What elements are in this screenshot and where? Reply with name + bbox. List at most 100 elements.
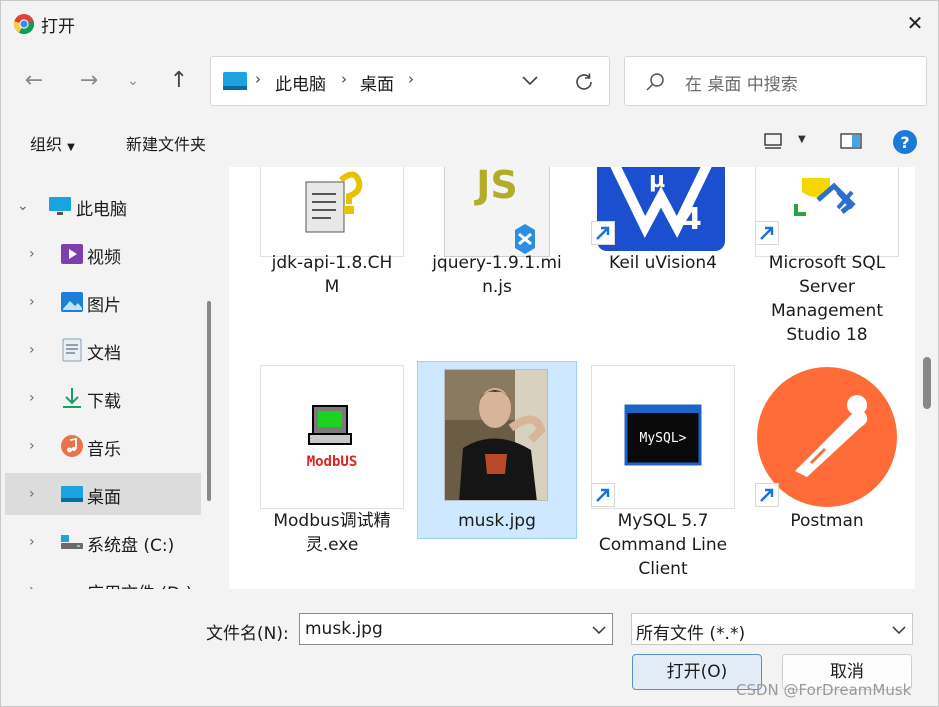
- js-file-icon: JS: [444, 167, 550, 257]
- nav-label: 下载: [87, 392, 121, 412]
- chevron-right-icon[interactable]: ›: [29, 532, 43, 552]
- mysql-prompt-text: MySQL>: [640, 431, 687, 446]
- document-icon: [62, 338, 82, 362]
- address-bar[interactable]: › 此电脑 › 桌面 ›: [210, 56, 610, 106]
- drive-icon: [61, 535, 83, 549]
- shortcut-arrow-icon: [591, 483, 615, 507]
- file-name: MySQL 5.7 Command Line Client: [598, 511, 728, 579]
- file-name: Microsoft SQL Server Management Studio 18: [768, 253, 886, 345]
- file-item-modbus-exe[interactable]: ModbUS Modbus调试精 灵.exe: [260, 365, 404, 555]
- file-name: Modbus调试精 灵.exe: [273, 511, 391, 555]
- chevron-right-icon[interactable]: ›: [29, 340, 43, 360]
- breadcrumb-separator: ›: [255, 70, 261, 88]
- arrow-up-icon: ↑: [169, 68, 189, 93]
- window-title: 打开: [41, 17, 75, 37]
- filename-input[interactable]: musk.jpg: [299, 613, 613, 645]
- nav-item-music[interactable]: › 音乐: [5, 425, 201, 467]
- file-list-scrollbar[interactable]: [923, 357, 931, 409]
- new-folder-button[interactable]: 新建文件夹: [126, 131, 206, 155]
- breadcrumb-this-pc[interactable]: 此电脑: [275, 70, 326, 95]
- download-icon: [63, 388, 81, 408]
- chevron-right-icon[interactable]: ›: [29, 244, 43, 264]
- caret-down-icon[interactable]: ▼: [798, 134, 806, 145]
- modbus-icon: ModbUS: [260, 365, 404, 509]
- filetype-select[interactable]: 所有文件 (*.*): [631, 613, 913, 645]
- nav-label: 系统盘 (C:): [87, 536, 175, 556]
- video-icon: [61, 244, 83, 264]
- nav-item-drive-c[interactable]: › 系统盘 (C:): [5, 521, 201, 563]
- nav-label: 桌面: [87, 488, 121, 508]
- nav-item-drive-d[interactable]: › 应用文件 (D:): [5, 569, 201, 589]
- help-file-icon: [260, 167, 404, 257]
- up-button[interactable]: ↑: [163, 65, 195, 97]
- navigation-pane: ⌄ 此电脑 › 视频 › 图片 › 文档 › 下载 › 音乐 › 桌面 › 系统…: [1, 167, 221, 589]
- file-item-musk-jpg[interactable]: musk.jpg: [425, 365, 569, 545]
- organize-button[interactable]: 组织 ▼: [30, 131, 75, 155]
- nav-item-pictures[interactable]: › 图片: [5, 281, 201, 323]
- shortcut-arrow-icon: [591, 221, 615, 245]
- nav-item-this-pc[interactable]: ⌄ 此电脑: [5, 185, 201, 227]
- shortcut-arrow-icon: [755, 221, 779, 245]
- nav-item-desktop[interactable]: › 桌面: [5, 473, 201, 515]
- search-input[interactable]: 在 桌面 中搜索: [685, 70, 798, 95]
- file-item-jdk-chm[interactable]: jdk-api-1.8.CH M: [260, 167, 404, 307]
- nav-item-videos[interactable]: › 视频: [5, 233, 201, 275]
- file-name: jdk-api-1.8.CH M: [271, 253, 393, 297]
- music-icon: [61, 435, 83, 457]
- file-item-mysql-client[interactable]: MySQL> MySQL 5.7 Command Line Client: [591, 365, 735, 579]
- svg-text:µ: µ: [649, 168, 665, 193]
- file-item-keil-uvision4[interactable]: µ 4 Keil uVision4: [591, 167, 735, 307]
- file-name: Keil uVision4: [609, 253, 717, 273]
- breadcrumb-desktop[interactable]: 桌面: [360, 70, 394, 95]
- file-item-postman[interactable]: Postman: [755, 365, 899, 555]
- help-icon[interactable]: ?: [892, 129, 918, 155]
- chevron-down-icon[interactable]: [592, 625, 606, 635]
- chevron-right-icon[interactable]: ›: [29, 436, 43, 456]
- watermark-text: CSDN @ForDreamMusk: [736, 681, 912, 699]
- modbus-logo-text: ModbUS: [307, 454, 358, 470]
- desktop-icon: [223, 72, 247, 90]
- forward-button[interactable]: →: [73, 65, 105, 97]
- nav-scrollbar[interactable]: [207, 301, 211, 501]
- open-file-dialog: 打开 ✕ ← → ⌄ ↑ › 此电脑 › 桌面 › 在 桌面 中搜索 组织 ▼ …: [0, 0, 939, 707]
- chrome-icon: [13, 14, 35, 35]
- file-item-jquery-js[interactable]: JS jquery-1.9.1.mi n.js: [432, 167, 562, 307]
- chevron-right-icon[interactable]: ›: [29, 580, 43, 589]
- svg-text:JS: JS: [473, 167, 518, 207]
- nav-label: 应用文件 (D:): [87, 579, 193, 589]
- chevron-right-icon[interactable]: ›: [29, 388, 43, 408]
- filename-value: musk.jpg: [305, 619, 383, 639]
- recent-locations-button[interactable]: ⌄: [117, 65, 149, 97]
- photo-thumbnail: [444, 369, 548, 501]
- pictures-icon: [61, 292, 83, 312]
- file-name: Postman: [790, 511, 864, 531]
- chevron-right-icon[interactable]: ›: [29, 484, 43, 504]
- chevron-down-icon[interactable]: [521, 75, 539, 87]
- close-icon: ✕: [906, 11, 924, 35]
- search-box[interactable]: 在 桌面 中搜索: [624, 56, 927, 106]
- command-bar: 组织 ▼ 新建文件夹 ▼ ?: [1, 119, 938, 165]
- view-options-icon[interactable]: [764, 133, 782, 149]
- preview-pane-icon[interactable]: [840, 133, 862, 149]
- filename-label: 文件名(N):: [206, 624, 289, 644]
- back-button[interactable]: ←: [18, 65, 50, 97]
- nav-label: 音乐: [87, 440, 121, 460]
- nav-item-documents[interactable]: › 文档: [5, 329, 201, 371]
- nav-label: 视频: [87, 248, 121, 268]
- close-button[interactable]: ✕: [901, 9, 929, 37]
- breadcrumb-separator: ›: [341, 70, 347, 88]
- refresh-icon[interactable]: [573, 71, 595, 93]
- arrow-right-icon: →: [79, 68, 99, 93]
- file-name: musk.jpg: [458, 511, 536, 531]
- nav-label: 文档: [87, 344, 121, 364]
- nav-item-downloads[interactable]: › 下载: [5, 377, 201, 419]
- organize-label: 组织: [30, 135, 63, 154]
- keil-icon: µ 4: [597, 167, 725, 251]
- chevron-right-icon[interactable]: ›: [29, 292, 43, 312]
- svg-text:?: ?: [900, 133, 909, 152]
- file-item-ssms-18[interactable]: Microsoft SQL Server Management Studio 18: [755, 167, 899, 347]
- chevron-down-icon[interactable]: ⌄: [17, 196, 31, 216]
- drive-icon: [60, 578, 84, 589]
- svg-text:4: 4: [681, 202, 702, 237]
- chevron-down-icon: [892, 626, 906, 635]
